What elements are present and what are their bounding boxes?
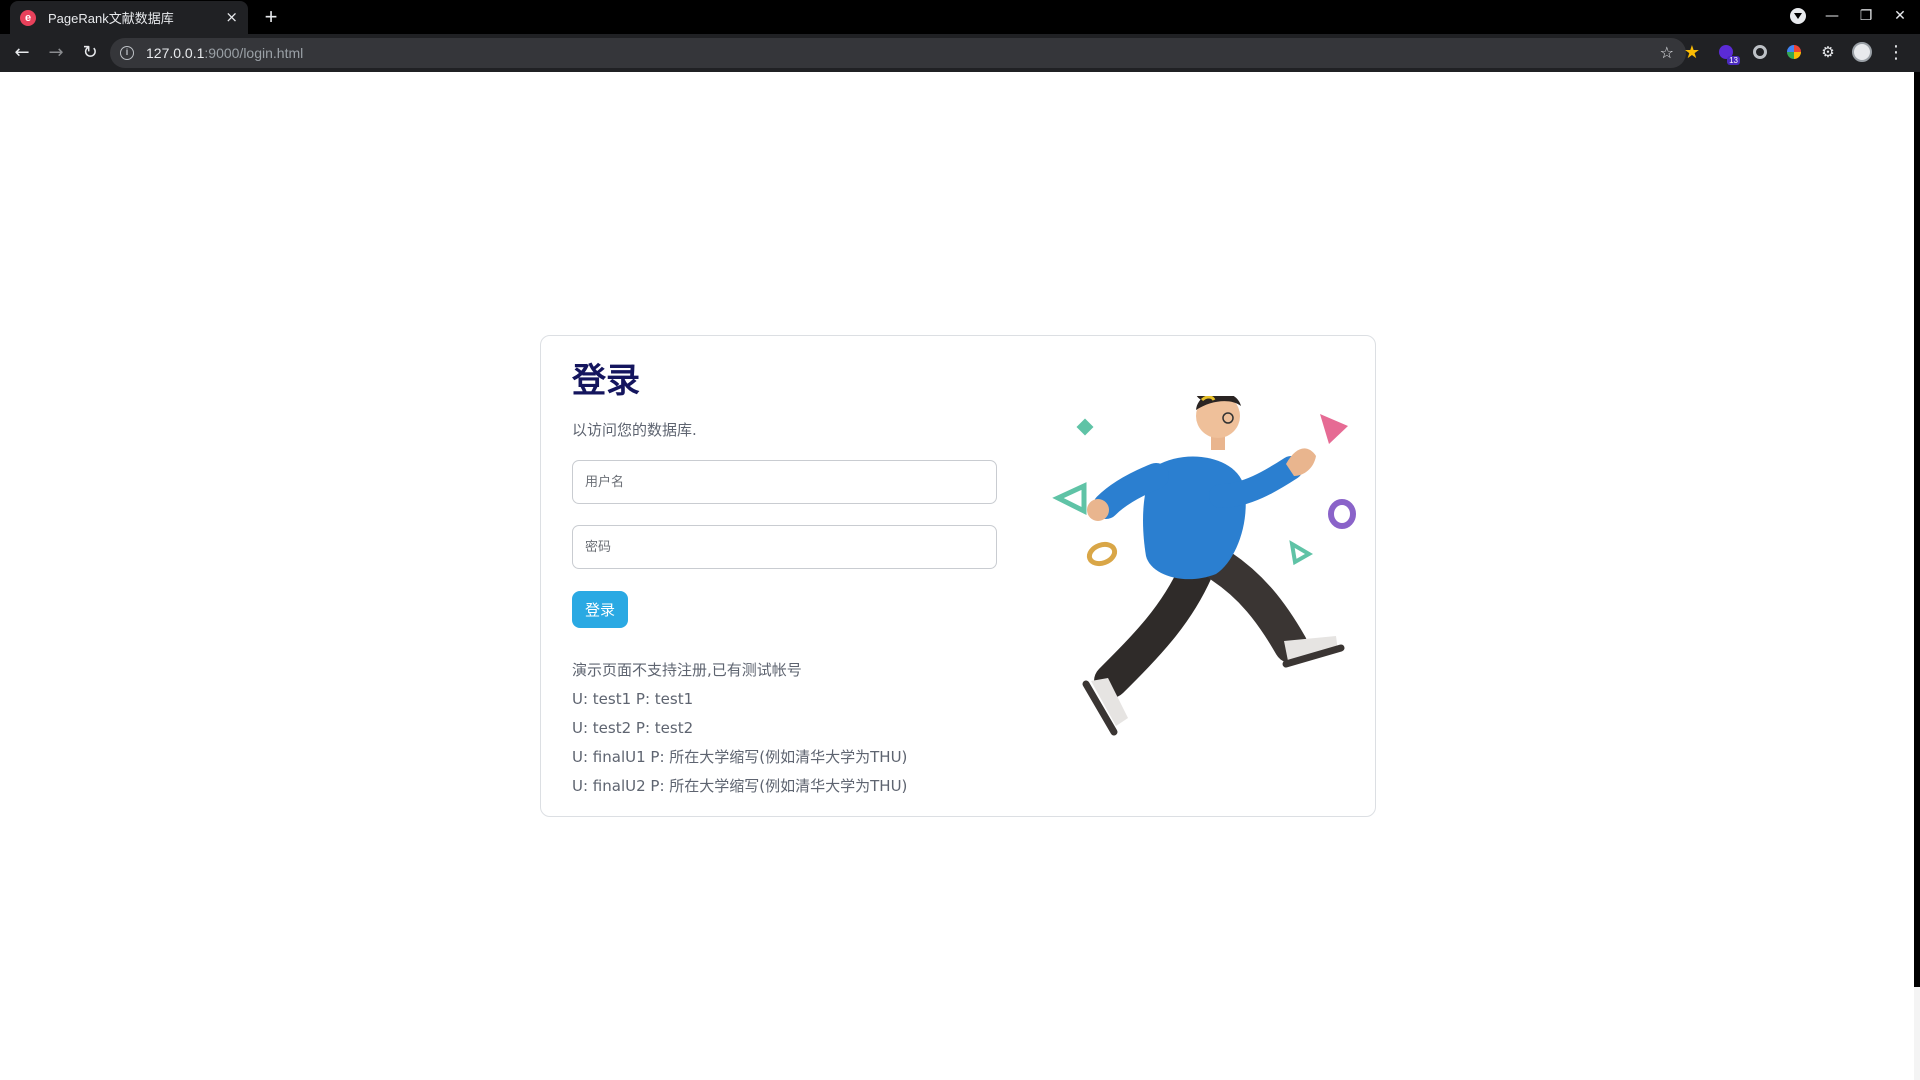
running-person-illustration <box>1052 396 1356 736</box>
tab-title: PageRank文献数据库 <box>48 11 174 26</box>
small-triangle-shape <box>1289 540 1313 566</box>
note-line: 演示页面不支持注册,已有测试帐号 <box>572 661 802 679</box>
url-path: :9000/login.html <box>204 45 304 61</box>
front-leg <box>1204 549 1308 663</box>
extension-badge: 13 <box>1727 56 1740 65</box>
forward-arrow-icon[interactable]: → <box>44 41 68 65</box>
scrollbar-thumb[interactable] <box>1914 72 1920 987</box>
back-arrow-icon[interactable]: ← <box>10 41 34 65</box>
login-subtitle: 以访问您的数据库. <box>572 421 697 439</box>
avatar-shape <box>1852 42 1872 62</box>
reload-icon[interactable]: ↻ <box>78 41 102 65</box>
browser-tab-bar: e PageRank文献数据库 × + — ❐ ✕ <box>0 0 1920 34</box>
address-bar[interactable]: i 127.0.0.1:9000/login.html ☆ <box>110 38 1686 68</box>
note-line: U: finalU1 P: 所在大学缩写(例如清华大学为THU) <box>572 748 908 766</box>
browser-tab[interactable]: e PageRank文献数据库 × <box>10 1 248 34</box>
username-input[interactable] <box>572 460 997 504</box>
address-url[interactable]: 127.0.0.1:9000/login.html <box>146 45 303 61</box>
profile-avatar-icon[interactable] <box>1852 42 1872 62</box>
puzzle-extensions-icon[interactable]: ⚙ <box>1818 42 1838 62</box>
login-form-area: 登录 以访问您的数据库. 登录 演示页面不支持注册,已有测试帐号 U: test… <box>572 356 1002 801</box>
color-shape <box>1787 45 1801 59</box>
purple-ring-shape <box>1328 499 1356 529</box>
page-viewport: 登录 以访问您的数据库. 登录 演示页面不支持注册,已有测试帐号 U: test… <box>0 72 1920 1080</box>
login-card: 登录 以访问您的数据库. 登录 演示页面不支持注册,已有测试帐号 U: test… <box>540 335 1376 817</box>
extensions-area: ★ 13 ⚙ ⋮ <box>1682 42 1906 65</box>
test-accounts-notes: 演示页面不支持注册,已有测试帐号 U: test1 P: test1 U: te… <box>572 656 1002 801</box>
window-controls: — ❐ ✕ <box>1790 7 1908 25</box>
browser-toolbar: ← → ↻ i 127.0.0.1:9000/login.html ☆ ★ 13… <box>0 34 1920 72</box>
green-diamond-shape <box>1076 418 1094 436</box>
new-tab-button[interactable]: + <box>258 4 284 30</box>
site-info-icon[interactable]: i <box>120 46 134 60</box>
restore-icon[interactable]: ❐ <box>1858 7 1874 25</box>
ring-shape <box>1753 45 1767 59</box>
ring-extension-icon[interactable] <box>1750 42 1770 62</box>
note-line: U: test2 P: test2 <box>572 719 694 737</box>
pink-triangle-shape <box>1320 414 1348 444</box>
badge-extension-icon[interactable]: 13 <box>1716 42 1740 65</box>
teal-triangle-shape <box>1052 482 1087 516</box>
back-hand <box>1087 499 1109 521</box>
tab-close-icon[interactable]: × <box>225 10 238 25</box>
favorites-extension-icon[interactable]: ★ <box>1682 42 1702 63</box>
password-input[interactable] <box>572 525 997 569</box>
gold-ring-shape <box>1086 541 1118 567</box>
note-line: U: finalU2 P: 所在大学缩写(例如清华大学为THU) <box>572 777 908 795</box>
login-button[interactable]: 登录 <box>572 591 629 628</box>
bookmark-star-icon[interactable]: ☆ <box>1660 43 1674 62</box>
minimize-icon[interactable]: — <box>1824 7 1840 25</box>
note-line: U: test1 P: test1 <box>572 690 694 708</box>
back-leg <box>1094 554 1213 698</box>
kebab-menu-icon[interactable]: ⋮ <box>1886 42 1906 63</box>
page-title: 登录 <box>572 361 640 401</box>
color-extension-icon[interactable] <box>1784 42 1804 62</box>
tab-search-icon[interactable] <box>1790 8 1806 24</box>
url-host: 127.0.0.1 <box>146 45 205 61</box>
site-favicon-icon: e <box>20 9 36 26</box>
window-close-icon[interactable]: ✕ <box>1892 7 1908 25</box>
